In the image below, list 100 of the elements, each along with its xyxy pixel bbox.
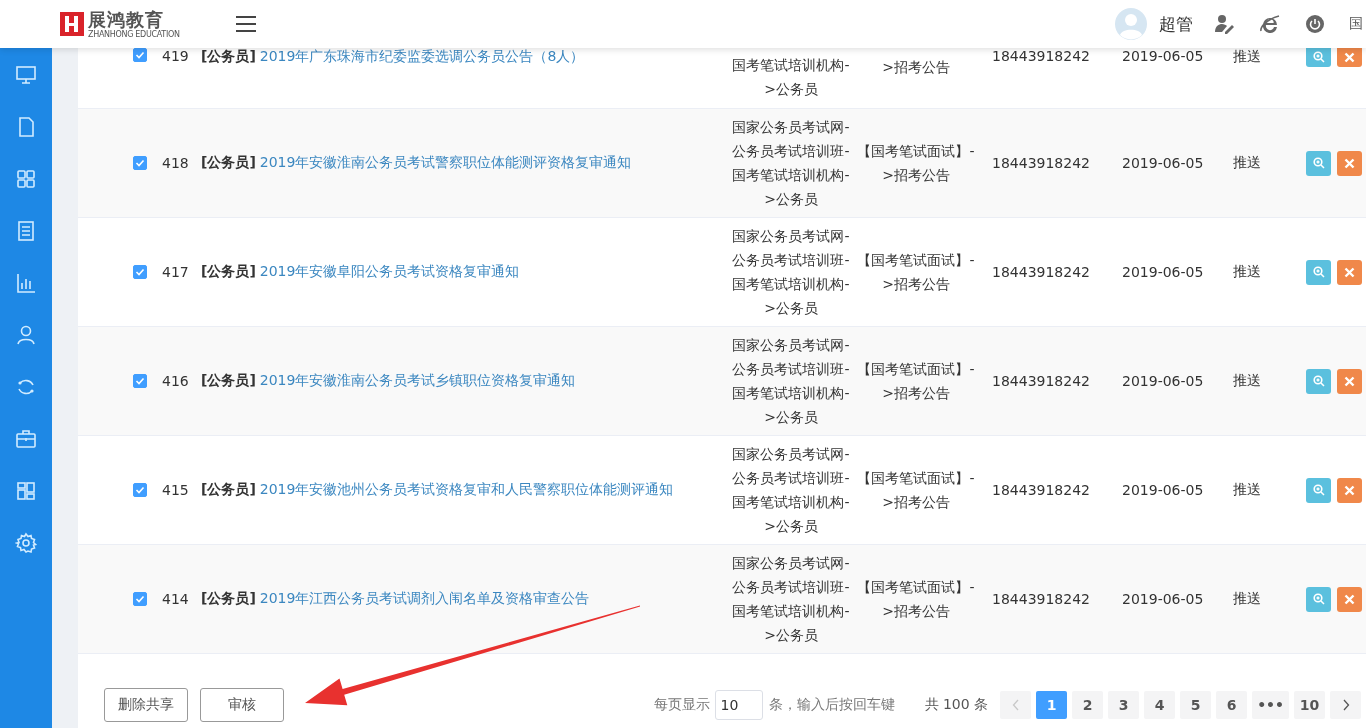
delete-button[interactable]: [1337, 477, 1362, 503]
category-path: >公务员: [764, 299, 818, 318]
category-path: 国考笔试培训机构-: [732, 166, 850, 185]
delete-button[interactable]: [1337, 586, 1362, 612]
page-button[interactable]: 3: [1108, 691, 1140, 719]
row-id: 416: [162, 373, 190, 389]
category-path: 国考笔试培训机构-: [732, 493, 850, 512]
section-path: 【国考笔试面试】-: [857, 360, 975, 379]
view-button[interactable]: [1306, 586, 1331, 612]
page-button[interactable]: •••: [1252, 691, 1289, 719]
user-edit-icon[interactable]: [1213, 13, 1235, 35]
title-link[interactable]: 2019年安徽淮南公务员考试警察职位体能测评资格复审通知: [259, 154, 632, 170]
section-path: >招考公告: [882, 58, 950, 77]
zoom-icon: [1312, 51, 1325, 63]
check-icon: [134, 49, 146, 61]
browser-icon[interactable]: [1259, 13, 1281, 35]
category-path: 国家公务员考试网-: [732, 445, 850, 464]
status-text: 推送: [1233, 372, 1262, 390]
delete-button[interactable]: [1337, 150, 1362, 176]
grid-icon[interactable]: [15, 168, 37, 190]
check-icon: [134, 266, 146, 278]
section-path: >招考公告: [882, 384, 950, 403]
close-icon: [1344, 375, 1355, 387]
zoom-icon: [1312, 484, 1325, 496]
checkbox[interactable]: [133, 156, 147, 170]
category-path: >公务员: [764, 190, 818, 209]
checkbox[interactable]: [133, 265, 147, 279]
category-path: 公务员考试培训班-: [732, 578, 850, 597]
row-id: 414: [162, 591, 190, 607]
page-size-label: 每页显示: [653, 696, 710, 714]
total-count: 共 100 条: [924, 696, 989, 714]
menu-icon[interactable]: [235, 15, 256, 33]
phone-number: 18443918242: [992, 48, 1091, 64]
avatar-icon[interactable]: [1115, 8, 1147, 40]
title-link[interactable]: 2019年广东珠海市纪委监委选调公务员公告（8人）: [259, 48, 585, 64]
category-path: 公务员考试培训班-: [732, 251, 850, 270]
row-id: 417: [162, 264, 190, 280]
page-button[interactable]: 4: [1144, 691, 1176, 719]
checkbox[interactable]: [133, 592, 147, 606]
status-text: 推送: [1233, 263, 1262, 281]
monitor-icon[interactable]: [15, 64, 37, 86]
view-button[interactable]: [1306, 259, 1331, 285]
date-text: 2019-06-05: [1122, 482, 1205, 498]
date-text: 2019-06-05: [1122, 591, 1205, 607]
section-path: >招考公告: [882, 493, 950, 512]
review-button[interactable]: 审核: [200, 688, 284, 722]
category-tag: [公务员]: [201, 263, 256, 279]
list-icon[interactable]: [15, 220, 37, 242]
category-path: 公务员考试培训班-: [732, 360, 850, 379]
date-text: 2019-06-05: [1122, 155, 1205, 171]
check-icon: [134, 593, 146, 605]
close-icon: [1344, 157, 1355, 169]
page-button[interactable]: 10: [1294, 691, 1325, 719]
title-link[interactable]: 2019年安徽池州公务员考试资格复审和人民警察职位体能测评通知: [259, 481, 674, 497]
close-icon: [1344, 52, 1355, 63]
view-button[interactable]: [1306, 368, 1331, 394]
chevron-left-icon: [1011, 699, 1020, 711]
page-button[interactable]: 6: [1216, 691, 1248, 719]
section-path: >招考公告: [882, 602, 950, 621]
view-button[interactable]: [1306, 150, 1331, 176]
category-path: >公务员: [764, 80, 818, 99]
status-text: 推送: [1233, 154, 1262, 172]
page-button[interactable]: 5: [1180, 691, 1212, 719]
section-path: 【国考笔试面试】-: [857, 578, 975, 597]
power-icon[interactable]: [1305, 14, 1325, 34]
delete-share-button[interactable]: 删除共享: [104, 688, 188, 722]
section-path: >招考公告: [882, 166, 950, 185]
delete-button[interactable]: [1337, 48, 1362, 67]
title-link[interactable]: 2019年安徽淮南公务员考试乡镇职位资格复审通知: [259, 372, 576, 388]
phone-number: 18443918242: [992, 482, 1091, 498]
category-path: >公务员: [764, 517, 818, 536]
checkbox[interactable]: [133, 48, 147, 62]
phone-number: 18443918242: [992, 264, 1091, 280]
briefcase-icon[interactable]: [15, 428, 37, 450]
category-path: 国考笔试培训机构-: [732, 602, 850, 621]
category-path: 国考笔试培训机构-: [732, 384, 850, 403]
view-button[interactable]: [1306, 48, 1331, 67]
delete-button[interactable]: [1337, 259, 1362, 285]
zoom-icon: [1312, 593, 1325, 605]
category-tag: [公务员]: [201, 372, 256, 388]
view-button[interactable]: [1306, 477, 1331, 503]
delete-button[interactable]: [1337, 368, 1362, 394]
page-button[interactable]: 2: [1072, 691, 1104, 719]
title-link[interactable]: 2019年安徽阜阳公务员考试资格复审通知: [259, 263, 520, 279]
category-path: 国考笔试培训机构-: [732, 275, 850, 294]
user-name: 超管: [1159, 12, 1193, 36]
user-icon[interactable]: [15, 324, 37, 346]
checkbox[interactable]: [133, 374, 147, 388]
bar-chart-icon[interactable]: [15, 272, 37, 294]
date-text: 2019-06-05: [1122, 373, 1205, 389]
section-path: 【国考笔试面试】-: [857, 469, 975, 488]
close-icon: [1344, 593, 1355, 605]
section-path: >招考公告: [882, 275, 950, 294]
page-size-field[interactable]: 10: [714, 690, 763, 720]
settings-icon[interactable]: [15, 532, 37, 554]
dashboard-icon[interactable]: [15, 480, 37, 502]
checkbox[interactable]: [133, 483, 147, 497]
logo-subtitle: ZHANHONG EDUCATION: [88, 29, 180, 39]
next-page-button[interactable]: [1330, 691, 1361, 719]
title-link[interactable]: 2019年江西公务员考试调剂入闱名单及资格审查公告: [259, 590, 590, 606]
